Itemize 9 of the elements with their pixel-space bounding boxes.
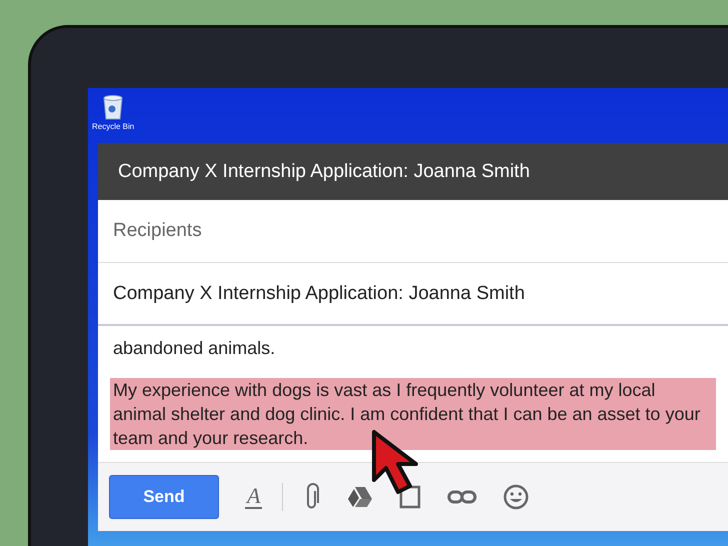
smiley-icon[interactable] — [503, 484, 530, 510]
link-icon[interactable] — [447, 489, 478, 505]
trash-bin-icon[interactable] — [102, 94, 124, 120]
text-format-button[interactable]: A — [245, 485, 262, 509]
body-paragraph: My experience with dogs is vast as I frequently volunteer at my local animal shelter and dog clinic. I am confident that I can be an asset to your team and your research. — [110, 378, 716, 450]
desktop-icon-label: Recycle Bin — [92, 122, 134, 131]
send-button[interactable]: Send — [109, 475, 219, 519]
compose-title: Company X Internship Application: Joanna Smith — [118, 160, 530, 182]
body-paragraph: abandoned animals. — [112, 337, 276, 360]
